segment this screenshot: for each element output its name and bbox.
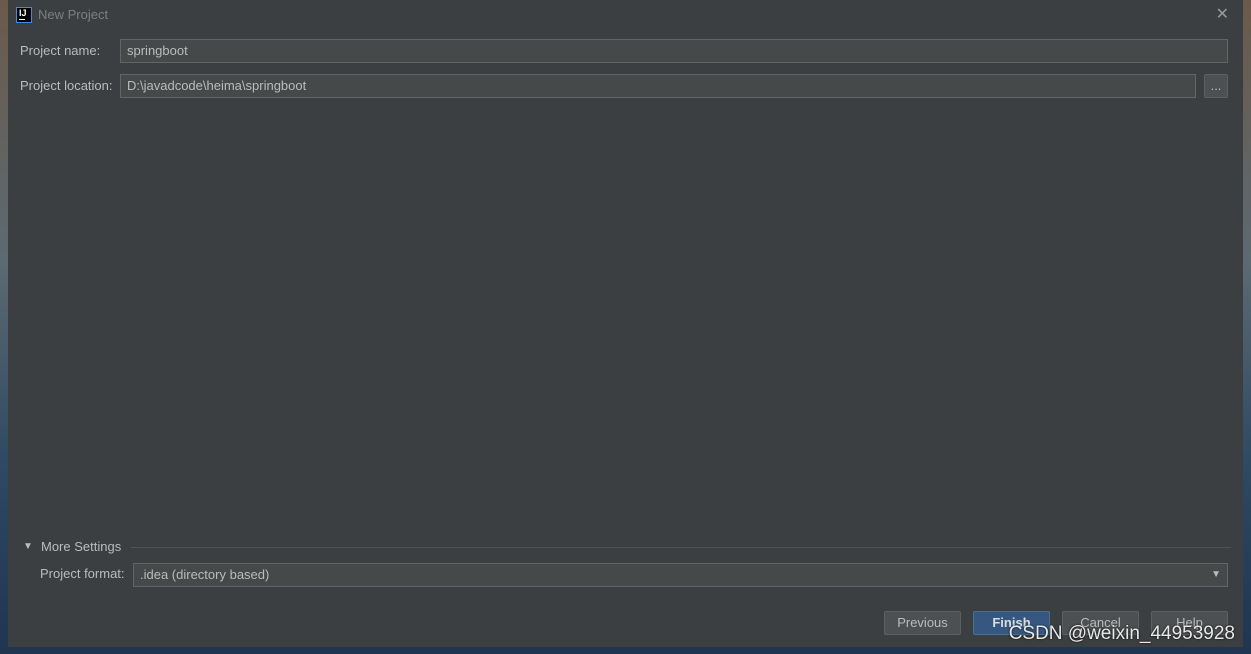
project-format-label: Project format: bbox=[40, 566, 125, 581]
project-name-label: Project name: bbox=[20, 43, 101, 58]
window-title: New Project bbox=[38, 7, 109, 22]
separator bbox=[130, 547, 1231, 548]
watermark: CSDN @weixin_44953928 bbox=[1008, 623, 1235, 644]
previous-button[interactable]: Previous bbox=[884, 611, 961, 635]
new-project-dialog: IJ New Project ✕ Project name: springboo… bbox=[8, 0, 1243, 647]
browse-button[interactable]: ... bbox=[1204, 74, 1228, 98]
project-name-input[interactable]: springboot bbox=[120, 39, 1228, 63]
intellij-logo-icon: IJ bbox=[16, 7, 32, 23]
close-icon[interactable]: ✕ bbox=[1216, 4, 1229, 24]
collapse-triangle-icon[interactable]: ▼ bbox=[23, 541, 33, 552]
project-format-value: .idea (directory based) bbox=[140, 567, 270, 582]
title-bar: IJ New Project ✕ bbox=[8, 0, 1243, 30]
project-location-input[interactable]: D:\javadcode\heima\springboot bbox=[120, 74, 1196, 98]
more-settings-toggle[interactable]: More Settings bbox=[41, 539, 121, 554]
project-format-select[interactable]: .idea (directory based) ▼ bbox=[133, 563, 1228, 587]
project-location-label: Project location: bbox=[20, 78, 113, 93]
chevron-down-icon: ▼ bbox=[1211, 569, 1221, 580]
